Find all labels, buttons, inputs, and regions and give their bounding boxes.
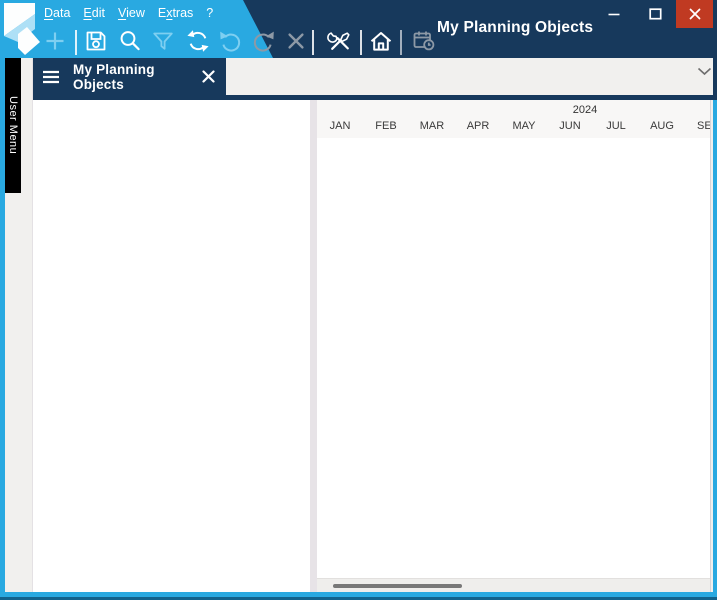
- save-icon: [82, 27, 110, 55]
- application-window: Data Edit View Extras ? My Planning Obje…: [0, 0, 717, 600]
- planning-objects-table-panel: [33, 100, 310, 592]
- chevron-down-icon: [697, 67, 712, 76]
- timeline-year-label: 2024: [317, 104, 710, 116]
- app-logo-icon: [2, 1, 42, 56]
- toolbar-separator: [400, 30, 402, 55]
- home-button[interactable]: [367, 27, 395, 55]
- tools-button[interactable]: [326, 27, 354, 55]
- home-icon: [367, 27, 395, 55]
- month-label: APR: [455, 120, 501, 132]
- redo-button[interactable]: [249, 27, 277, 55]
- menu-item-extras[interactable]: Extras: [158, 4, 193, 23]
- month-label: JAN: [317, 120, 363, 132]
- close-icon: [689, 8, 701, 20]
- search-icon: [116, 27, 144, 55]
- timeline-header: 2024 JANFEBMARAPRMAYJUNJULAUGSEP: [317, 100, 710, 138]
- menu-item-data[interactable]: Data: [44, 4, 70, 23]
- planning-calendar-button[interactable]: [410, 27, 438, 55]
- tools-icon: [326, 27, 354, 55]
- search-button[interactable]: [116, 27, 144, 55]
- minimize-icon: [608, 8, 620, 20]
- menu-item-edit[interactable]: Edit: [83, 4, 105, 23]
- window-border-left: [0, 58, 5, 592]
- filter-icon: [149, 27, 177, 55]
- delete-icon: [282, 27, 310, 55]
- refresh-button[interactable]: [184, 27, 212, 55]
- month-label: MAR: [409, 120, 455, 132]
- window-border-right-top: [713, 0, 717, 100]
- window-title: My Planning Objects: [437, 19, 593, 37]
- user-menu-label: User Menu: [7, 96, 19, 154]
- user-menu-tab[interactable]: User Menu: [5, 58, 21, 193]
- minimize-button[interactable]: [593, 0, 635, 28]
- close-button[interactable]: [676, 0, 714, 28]
- month-label: AUG: [639, 120, 685, 132]
- title-bar: Data Edit View Extras ? My Planning Obje…: [0, 0, 717, 58]
- toolbar-separator: [312, 30, 314, 55]
- panel-splitter[interactable]: [310, 100, 317, 592]
- month-label: JUL: [593, 120, 639, 132]
- horizontal-scrollbar-track[interactable]: [317, 578, 710, 592]
- tab-my-planning-objects[interactable]: My Planning Objects: [33, 58, 226, 95]
- add-button[interactable]: [41, 27, 69, 55]
- tab-list-dropdown-button[interactable]: [694, 63, 714, 79]
- hamburger-menu-icon[interactable]: [42, 70, 60, 84]
- month-label: SEP: [685, 120, 710, 132]
- horizontal-scrollbar-thumb[interactable]: [333, 584, 462, 588]
- menu-item-help[interactable]: ?: [206, 4, 213, 23]
- maximize-icon: [649, 8, 662, 20]
- undo-icon: [217, 27, 245, 55]
- window-border-right: [713, 100, 717, 592]
- gantt-timeline-panel: 2024 JANFEBMARAPRMAYJUNJULAUGSEP: [317, 100, 710, 592]
- tab-label: My Planning Objects: [73, 62, 202, 92]
- save-button[interactable]: [82, 27, 110, 55]
- undo-button[interactable]: [217, 27, 245, 55]
- tab-close-button[interactable]: [202, 70, 215, 83]
- menu-item-view[interactable]: View: [118, 4, 145, 23]
- maximize-button[interactable]: [635, 0, 676, 28]
- toolbar-separator: [360, 30, 362, 55]
- month-label: MAY: [501, 120, 547, 132]
- refresh-icon: [184, 27, 212, 55]
- timeline-month-row: JANFEBMARAPRMAYJUNJULAUGSEP: [317, 120, 710, 132]
- add-icon: [41, 27, 69, 55]
- planning-calendar-icon: [410, 27, 438, 55]
- month-label: FEB: [363, 120, 409, 132]
- month-label: JUN: [547, 120, 593, 132]
- redo-icon: [249, 27, 277, 55]
- close-icon: [202, 70, 215, 83]
- toolbar-separator: [75, 30, 77, 55]
- delete-button[interactable]: [282, 27, 310, 55]
- filter-button[interactable]: [149, 27, 177, 55]
- menu-bar: Data Edit View Extras ?: [44, 4, 213, 23]
